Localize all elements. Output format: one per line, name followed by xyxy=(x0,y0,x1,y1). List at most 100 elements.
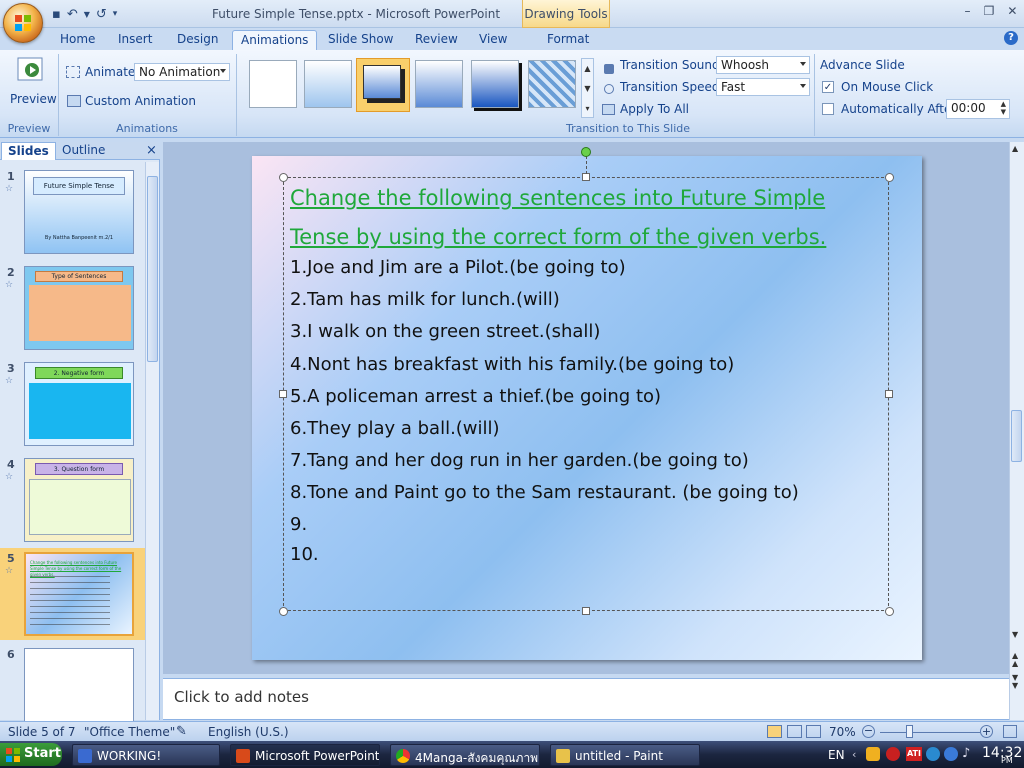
redo-icon[interactable]: ↺ xyxy=(96,7,107,22)
zoom-in-icon[interactable]: + xyxy=(980,725,993,738)
auto-after-time-input[interactable]: 00:00 ▲ ▼ xyxy=(946,99,1010,119)
restore-icon[interactable]: ❐ xyxy=(984,4,995,18)
preview-button[interactable]: Preview xyxy=(10,56,57,116)
language-indicator[interactable]: English (U.S.) xyxy=(208,725,289,739)
slide-thumb-2[interactable]: 2 ☆ Type of Sentences xyxy=(0,262,145,354)
slides-pane-scrollbar[interactable] xyxy=(145,162,159,720)
resize-handle[interactable] xyxy=(279,390,287,398)
transition-thumb-5[interactable] xyxy=(471,60,519,108)
preview-icon xyxy=(17,57,43,81)
task-label: Microsoft PowerPoint ... xyxy=(255,749,380,763)
fit-to-window-icon[interactable] xyxy=(1003,725,1017,738)
word-doc-icon xyxy=(78,749,92,763)
tab-home[interactable]: Home xyxy=(52,30,103,50)
chevron-down-icon xyxy=(220,69,226,73)
exercise-line: 8.Tone and Paint go to the Sam restauran… xyxy=(290,482,799,503)
resize-handle[interactable] xyxy=(885,607,894,616)
tab-design[interactable]: Design xyxy=(169,30,226,50)
spellcheck-icon[interactable]: ✎ xyxy=(176,724,187,739)
taskbar-item-chrome[interactable]: 4Manga-สังคมคุณภาพ... xyxy=(390,744,540,766)
tray-expand-icon[interactable]: ‹ xyxy=(852,748,856,761)
office-button[interactable] xyxy=(3,3,43,43)
tab-review[interactable]: Review xyxy=(407,30,466,50)
animate-select[interactable]: No Animation xyxy=(134,63,230,81)
transition-none-thumb[interactable] xyxy=(249,60,297,108)
zoom-out-icon[interactable]: − xyxy=(862,725,875,738)
resize-handle[interactable] xyxy=(582,607,590,615)
apply-all-icon xyxy=(602,104,615,115)
advance-slide-title: Advance Slide xyxy=(820,58,905,72)
resize-handle[interactable] xyxy=(279,607,288,616)
exercise-line: 3.I walk on the green street.(shall) xyxy=(290,321,601,342)
spin-icon[interactable]: ▲ ▼ xyxy=(1001,100,1006,116)
window-title: Future Simple Tense.pptx - Microsoft Pow… xyxy=(212,7,501,21)
custom-animation-icon xyxy=(67,95,81,107)
custom-animation-button[interactable]: Custom Animation xyxy=(85,94,196,108)
sound-icon xyxy=(604,64,614,74)
tab-animations[interactable]: Animations xyxy=(232,30,318,50)
gallery-scroll[interactable]: ▲ ▼ ▾ xyxy=(581,58,594,118)
slide-thumb-5[interactable]: 5 ☆ Change the following sentences into F… xyxy=(0,548,145,640)
ati-icon[interactable]: ATI xyxy=(906,747,922,761)
taskbar-item-powerpoint[interactable]: Microsoft PowerPoint ... xyxy=(230,744,380,766)
clock-ampm: PM xyxy=(1001,756,1013,765)
tab-outline[interactable]: Outline xyxy=(56,142,111,160)
volume-icon[interactable]: ♪ xyxy=(962,746,970,761)
security-shield-icon[interactable] xyxy=(866,747,880,761)
resize-handle[interactable] xyxy=(885,173,894,182)
taskbar-item-working[interactable]: WORKING! xyxy=(72,744,220,766)
close-icon[interactable]: ✕ xyxy=(1007,4,1017,18)
slide-sorter-icon[interactable] xyxy=(787,725,802,738)
help-icon[interactable]: ? xyxy=(1004,31,1018,45)
scroll-up-icon[interactable]: ▲ xyxy=(1012,144,1018,153)
zoom-level[interactable]: 70% xyxy=(829,725,856,739)
minimize-icon[interactable]: – xyxy=(965,4,971,18)
save-icon[interactable]: ▪ xyxy=(52,7,61,22)
tab-insert[interactable]: Insert xyxy=(110,30,160,50)
normal-view-icon[interactable] xyxy=(767,725,782,738)
update-icon[interactable] xyxy=(944,747,958,761)
previous-slide-icon[interactable]: ▲ ▲ xyxy=(1012,652,1018,668)
taskbar-item-paint[interactable]: untitled - Paint xyxy=(550,744,700,766)
close-pane-icon[interactable]: × xyxy=(140,142,163,160)
editor-scrollbar[interactable]: ▲ ▼ ▲ ▲ ▼ ▼ xyxy=(1009,142,1024,720)
transition-thumb-4[interactable] xyxy=(415,60,463,108)
scroll-down-icon[interactable]: ▼ xyxy=(1012,630,1018,639)
next-slide-icon[interactable]: ▼ ▼ xyxy=(1012,674,1018,690)
transition-thumb-6[interactable] xyxy=(528,60,576,108)
transition-speed-select[interactable]: Fast xyxy=(716,78,810,96)
tab-view[interactable]: View xyxy=(471,30,515,50)
network-icon[interactable] xyxy=(926,747,940,761)
scroll-thumb[interactable] xyxy=(147,176,158,362)
auto-after-checkbox[interactable] xyxy=(822,103,834,115)
zoom-slider[interactable] xyxy=(880,732,980,733)
start-button[interactable]: Start xyxy=(0,743,62,766)
customize-qat-icon[interactable]: ▾ xyxy=(113,9,118,19)
slide-thumb-1[interactable]: 1 ☆ Future Simple Tense By Nattha Banpeeni… xyxy=(0,166,145,258)
resize-handle[interactable] xyxy=(279,173,288,182)
antivirus-icon[interactable] xyxy=(886,747,900,761)
on-mouse-click-checkbox[interactable]: ✓ xyxy=(822,81,834,93)
transition-thumb-selected[interactable] xyxy=(356,58,410,112)
thumb-subtitle: By Nattha Banpeenit m.2/1 xyxy=(44,235,114,241)
notes-pane[interactable]: Click to add notes xyxy=(163,678,1010,720)
transition-sound-select[interactable]: Whoosh xyxy=(716,56,810,74)
window-controls: – ❐ ✕ xyxy=(958,0,1024,22)
undo-icon[interactable]: ↶ xyxy=(67,7,78,22)
animate-icon xyxy=(66,66,80,78)
tab-format[interactable]: Format xyxy=(539,30,597,50)
transition-thumb-2[interactable] xyxy=(304,60,352,108)
zoom-slider-thumb[interactable] xyxy=(906,725,913,738)
resize-handle[interactable] xyxy=(885,390,893,398)
apply-to-all-button[interactable]: Apply To All xyxy=(620,102,689,116)
language-bar[interactable]: EN xyxy=(828,748,845,762)
group-label-preview: Preview xyxy=(7,122,51,135)
undo-dropdown-icon[interactable]: ▼ xyxy=(84,10,90,19)
slide-thumb-3[interactable]: 3 ☆ 2. Negative form xyxy=(0,358,145,450)
tab-slides[interactable]: Slides xyxy=(1,142,56,160)
tab-slide-show[interactable]: Slide Show xyxy=(320,30,401,50)
scroll-thumb[interactable] xyxy=(1011,410,1022,462)
rotate-handle[interactable] xyxy=(581,147,591,157)
slide-thumb-4[interactable]: 4 ☆ 3. Question form xyxy=(0,454,145,546)
slide-show-icon[interactable] xyxy=(806,725,821,738)
